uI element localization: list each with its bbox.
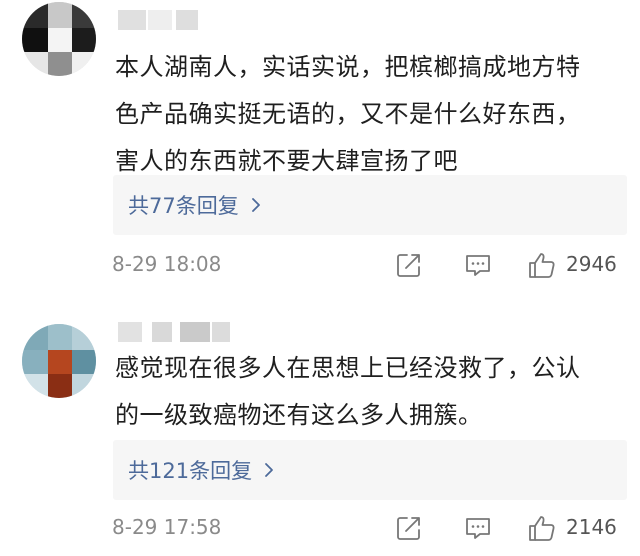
username-blurred[interactable] [118, 322, 238, 342]
chevron-right-icon [251, 198, 260, 212]
share-icon[interactable] [394, 250, 424, 280]
thumbs-up-icon[interactable] [527, 250, 557, 280]
avatar[interactable] [22, 2, 96, 76]
view-replies-button[interactable]: 共121条回复 [113, 440, 627, 500]
username-blurred[interactable] [118, 10, 238, 30]
comment-text: 感觉现在很多人在思想上已经没救了，公认 的一级致癌物还有这么多人拥簇。 [115, 354, 581, 429]
comment-icon[interactable] [463, 513, 493, 543]
avatar-image [22, 2, 96, 76]
comment-meta: 8-29 17:58 2146 [0, 511, 640, 547]
comment-text: 本人湖南人，实话实说，把槟榔搞成地方特 色产品确实挺无语的，又不是什么好东西， … [115, 53, 581, 175]
avatar-image [22, 324, 96, 398]
share-icon[interactable] [394, 513, 424, 543]
comment-item: 感觉现在很多人在思想上已经没救了，公认 的一级致癌物还有这么多人拥簇。 共121… [0, 300, 640, 556]
timestamp: 8-29 17:58 [112, 515, 222, 539]
replies-count-label: 共77条回复 [128, 194, 239, 218]
replies-count-label: 共121条回复 [128, 459, 253, 483]
thumbs-up-icon[interactable] [527, 513, 557, 543]
comment-list: 本人湖南人，实话实说，把槟榔搞成地方特 色产品确实挺无语的，又不是什么好东西， … [0, 0, 640, 556]
avatar[interactable] [22, 324, 96, 398]
view-replies-button[interactable]: 共77条回复 [113, 175, 627, 235]
comment-icon[interactable] [463, 250, 493, 280]
timestamp: 8-29 18:08 [112, 252, 222, 276]
like-count: 2146 [566, 515, 617, 539]
like-count: 2946 [566, 252, 617, 276]
comment-item: 本人湖南人，实话实说，把槟榔搞成地方特 色产品确实挺无语的，又不是什么好东西， … [0, 0, 640, 300]
chevron-right-icon [265, 463, 273, 477]
comment-meta: 8-29 18:08 2946 [0, 248, 640, 284]
